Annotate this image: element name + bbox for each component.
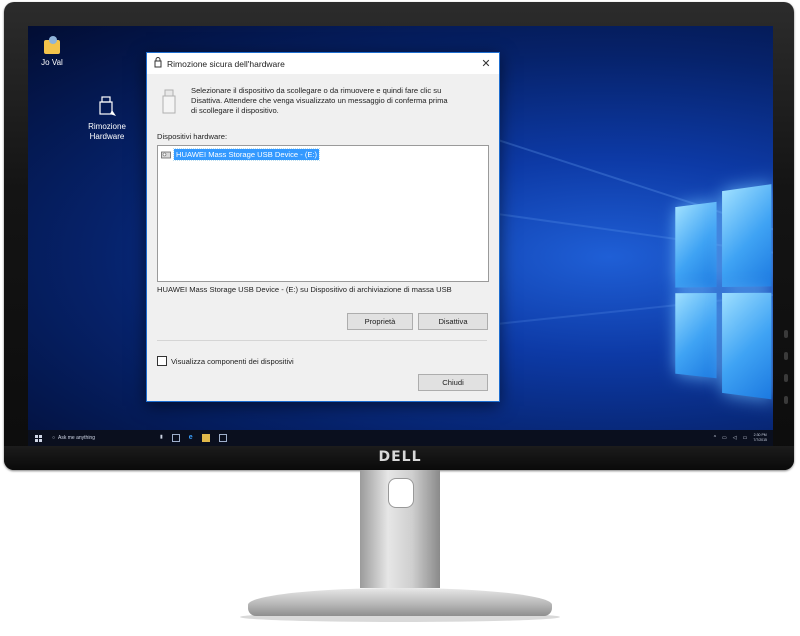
dialog-instructions: Selezionare il dispositivo da scollegare…	[191, 86, 491, 116]
cable-hole	[388, 478, 414, 508]
checkbox-box[interactable]	[157, 356, 167, 366]
properties-button[interactable]: Proprietà	[347, 313, 413, 330]
dell-logo: DELL	[378, 449, 422, 465]
tray-arrow-icon[interactable]: ^	[714, 435, 716, 441]
file-explorer-icon[interactable]	[201, 434, 210, 442]
action-center-icon[interactable]: ▭	[743, 435, 748, 441]
divider	[157, 340, 487, 341]
show-components-checkbox[interactable]: Visualizza componenti dei dispositivi	[157, 356, 294, 366]
taskbar-search[interactable]: ○ Ask me anything	[48, 430, 152, 446]
usb-drive-icon	[161, 146, 171, 164]
windows-logo-wallpaper	[675, 184, 773, 400]
close-button[interactable]: Chiudi	[418, 374, 488, 391]
dialog-titlebar[interactable]: Rimozione sicura dell'hardware ✕	[147, 53, 499, 74]
user-folder-icon	[43, 36, 61, 56]
desktop-icon-label-1: Rimozione	[88, 122, 126, 131]
checkbox-label: Visualizza componenti dei dispositivi	[171, 356, 294, 366]
desktop-icon-user-folder[interactable]: Jo Val	[28, 36, 82, 68]
clock-date: 7/7/2015	[753, 438, 767, 442]
network-icon[interactable]: ▭	[722, 435, 727, 441]
list-item[interactable]: HUAWEI Mass Storage USB Device - (E:)	[161, 148, 321, 161]
disable-button[interactable]: Disattiva	[418, 313, 488, 330]
windows-start-icon	[34, 434, 42, 442]
usb-drive-icon	[96, 96, 118, 120]
desktop-icon-label-2: Hardware	[89, 132, 125, 141]
close-icon[interactable]: ✕	[473, 53, 499, 74]
hardware-devices-label: Dispositivi hardware:	[157, 132, 228, 141]
usb-device-icon	[160, 89, 178, 120]
task-view-icon[interactable]	[171, 434, 180, 442]
desktop-icon-label: Jo Val	[41, 58, 63, 67]
instructions-line-2: Disattiva. Attendere che venga visualizz…	[191, 96, 448, 105]
dialog-title: Rimozione sicura dell'hardware	[167, 58, 285, 69]
usb-lock-icon	[154, 57, 162, 70]
taskbar: ○ Ask me anything ▮ e ^ ▭ ◁ ▭ 2:30 PM 7/…	[28, 430, 773, 446]
volume-icon[interactable]: ◁	[733, 435, 737, 441]
hardware-devices-list[interactable]: HUAWEI Mass Storage USB Device - (E:)	[157, 145, 489, 282]
desktop-icon-remove-hardware[interactable]: Rimozione Hardware	[77, 96, 137, 142]
taskbar-clock[interactable]: 2:30 PM 7/7/2015	[753, 433, 767, 443]
instructions-line-1: Selezionare il dispositivo da scollegare…	[191, 86, 442, 95]
device-description: HUAWEI Mass Storage USB Device - (E:) su…	[157, 285, 452, 294]
edge-browser-icon[interactable]: e	[189, 434, 193, 442]
microphone-icon[interactable]: ▮	[160, 434, 163, 442]
store-icon[interactable]	[218, 434, 227, 442]
search-placeholder: Ask me anything	[58, 435, 95, 441]
monitor-buttons	[782, 330, 790, 418]
search-icon: ○	[52, 435, 56, 441]
start-button[interactable]	[28, 430, 48, 446]
monitor-stand-base	[248, 588, 552, 616]
device-name: HUAWEI Mass Storage USB Device - (E:)	[172, 148, 321, 161]
safely-remove-hardware-dialog: Rimozione sicura dell'hardware ✕ Selezio…	[146, 52, 500, 402]
instructions-line-3: di scollegare il dispositivo.	[191, 106, 279, 115]
